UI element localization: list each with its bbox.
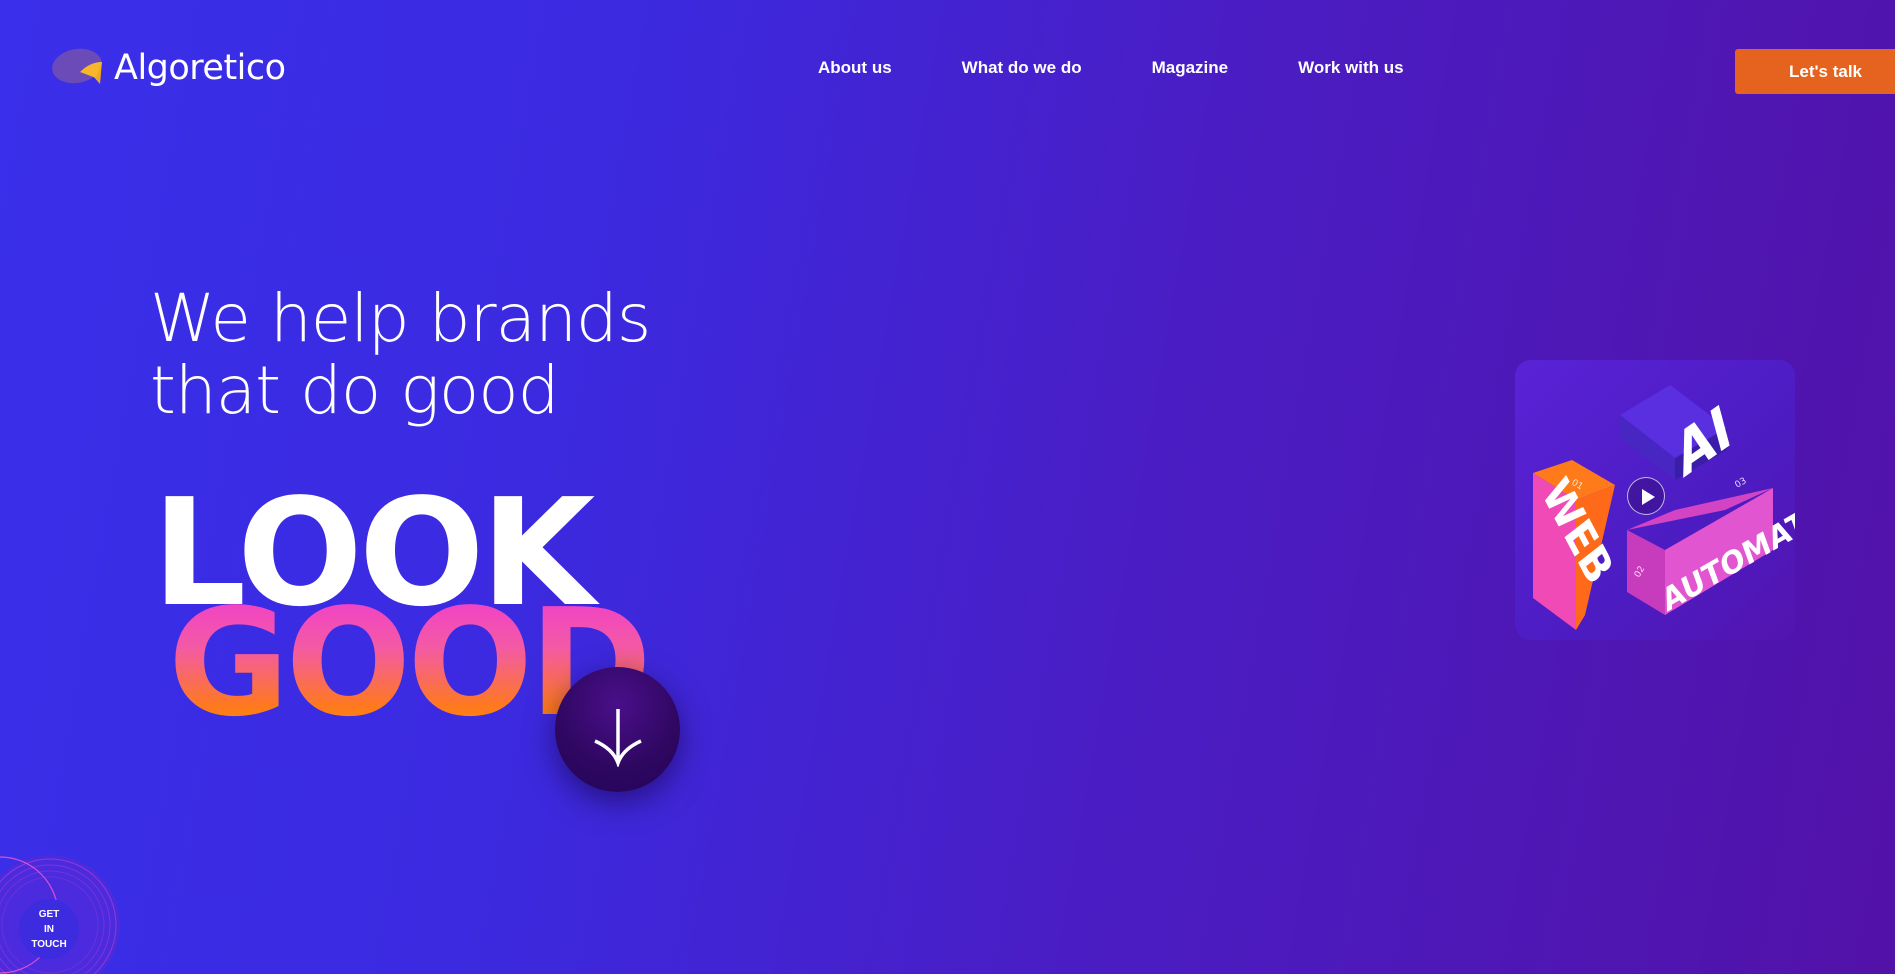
page: Algoretico About us What do we do Magazi…: [0, 0, 1895, 974]
nav-about-us[interactable]: About us: [818, 58, 892, 78]
brand-name: Algoretico: [114, 48, 286, 88]
arrow-down-icon: [594, 709, 642, 767]
hero-headline-line2: that do good: [150, 352, 560, 429]
video-card[interactable]: AI 03 WEB 01 AUTOMATION 02: [1515, 360, 1795, 640]
play-video-button[interactable]: [1627, 477, 1665, 515]
main-nav: About us What do we do Magazine Work wit…: [818, 58, 1404, 78]
hero-headline-line1: We help brands: [150, 280, 651, 357]
nav-work-with-us[interactable]: Work with us: [1298, 58, 1403, 78]
get-in-touch-line1: GET: [38, 908, 60, 920]
play-icon: [1642, 489, 1655, 505]
get-in-touch-line2: IN: [44, 923, 54, 935]
hero-headline: We help brands that do good: [150, 280, 651, 429]
get-in-touch-line3: TOUCH: [31, 938, 67, 950]
brand-logo[interactable]: Algoretico: [50, 44, 286, 92]
algoretico-logo-icon: [52, 48, 102, 84]
card-number-03: 03: [1734, 476, 1749, 490]
scroll-down-button[interactable]: [555, 667, 680, 792]
lets-talk-button[interactable]: Let's talk: [1735, 49, 1895, 94]
nav-what-do-we-do[interactable]: What do we do: [962, 58, 1082, 78]
nav-magazine[interactable]: Magazine: [1152, 58, 1229, 78]
get-in-touch-button[interactable]: GET IN TOUCH: [19, 899, 79, 959]
